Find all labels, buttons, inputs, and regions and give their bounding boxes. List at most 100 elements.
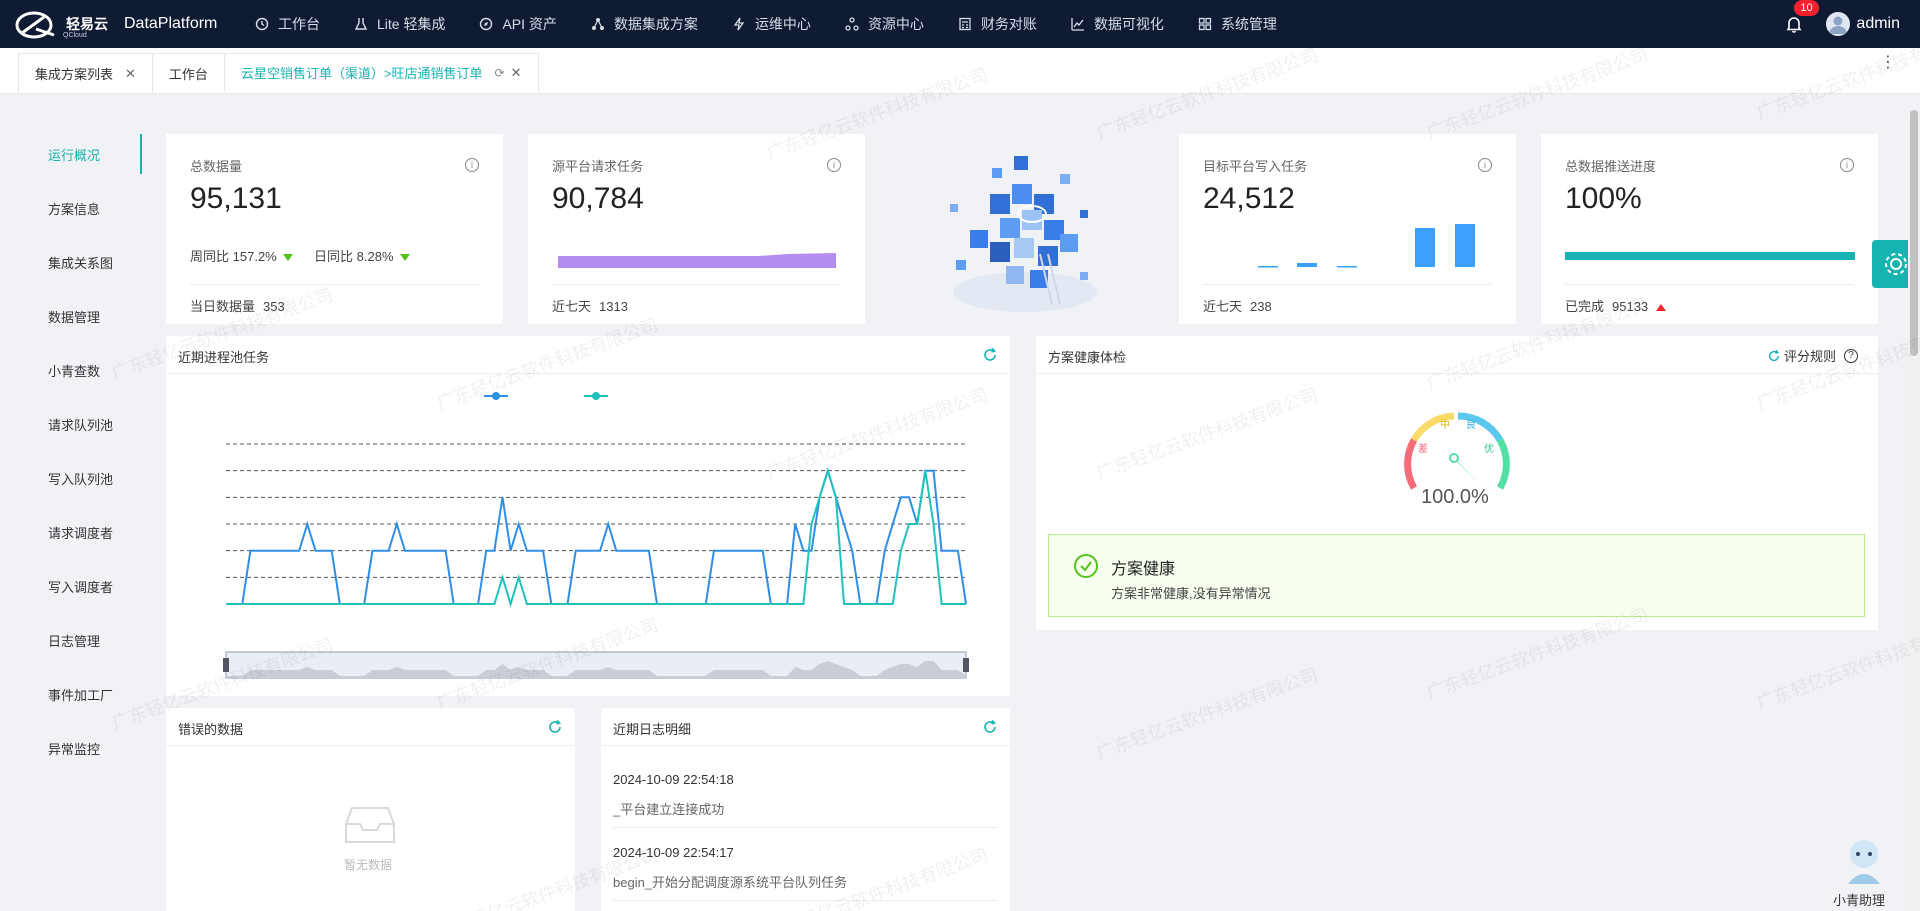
- sidebar-active-indicator: [140, 134, 142, 174]
- panel-process-pool: 近期进程池任务: [166, 336, 1010, 696]
- sidebar-item-request-queue[interactable]: 请求队列池: [48, 415, 113, 434]
- stat-title: 总数据量: [190, 159, 243, 174]
- sidebar-item-write-queue[interactable]: 写入队列池: [48, 469, 113, 488]
- nav-item-workbench[interactable]: 工作台: [238, 0, 337, 48]
- compare-value: 8.28%: [356, 249, 394, 264]
- nav-item-system[interactable]: 系统管理: [1181, 0, 1294, 48]
- scoring-rules-link[interactable]: 评分规则 ?: [1767, 346, 1858, 365]
- health-status-title: 方案健康: [1111, 561, 1176, 578]
- sparkline-area: [558, 253, 836, 268]
- username[interactable]: admin: [1856, 15, 1900, 33]
- nav-item-label: Lite 轻集成: [377, 16, 446, 32]
- nav-item-label: 财务对账: [980, 16, 1037, 32]
- week-compare: 周同比 157.2%: [190, 246, 293, 265]
- refresh-icon[interactable]: [547, 719, 563, 735]
- nav-item-lite[interactable]: Lite 轻集成: [337, 0, 462, 48]
- down-arrow-icon: [399, 254, 410, 262]
- stat-card-target-writes: 目标平台写入任务 i 24,512 近七天 238: [1179, 134, 1516, 324]
- gauge-label-mid: 中: [1440, 418, 1450, 431]
- panel-error-data: 错误的数据 暂无数据: [166, 708, 575, 911]
- top-navbar: 轻易云 QCloud DataPlatform 工作台 Lite 轻集成 API…: [0, 0, 1920, 48]
- panel-header: 方案健康体检 评分规则 ?: [1036, 336, 1878, 374]
- footer-value: 238: [1250, 299, 1272, 314]
- stat-card-push-progress: 总数据推送进度 i 100% 已完成 95133: [1541, 134, 1878, 324]
- health-status-box: 方案健康 方案非常健康,没有异常情况: [1048, 534, 1865, 617]
- sidebar-item-relation-graph[interactable]: 集成关系图: [48, 253, 113, 272]
- info-icon[interactable]: i: [465, 158, 479, 172]
- progress-fill: [1565, 252, 1855, 260]
- assistant-avatar-icon: [1848, 840, 1880, 884]
- compass-icon: [480, 17, 493, 31]
- zoom-handle-left: [223, 658, 229, 672]
- sidebar-item-query[interactable]: 小青查数: [48, 361, 100, 380]
- assistant-widget[interactable]: 小青助理: [1828, 834, 1900, 911]
- info-icon[interactable]: i: [827, 158, 841, 172]
- log-entry[interactable]: 2024-10-09 22:54:17 begin_开始分配调度源系统平台队列任…: [613, 845, 997, 901]
- nav-item-integration[interactable]: 数据集成方案: [574, 0, 715, 48]
- tab-workbench[interactable]: 工作台: [151, 53, 225, 93]
- refresh-icon[interactable]: [982, 719, 998, 735]
- nav-item-label: 数据可视化: [1093, 16, 1164, 32]
- notification-button[interactable]: 10: [1784, 0, 1819, 34]
- tab-current-solution[interactable]: 云星空销售订单（渠道）>旺店通销售订单 ⟳ ✕: [223, 53, 539, 93]
- tab-label: 集成方案列表: [35, 67, 114, 82]
- compare-label: 日同比: [314, 249, 354, 264]
- scoring-rules-label: 评分规则: [1783, 349, 1836, 364]
- nav-item-label: 数据集成方案: [613, 16, 698, 32]
- chart-icon: [1071, 18, 1084, 31]
- info-icon[interactable]: i: [1478, 158, 1492, 172]
- up-arrow-icon: [1656, 304, 1667, 312]
- gauge-label-good: 良: [1466, 418, 1476, 431]
- calculator-icon: [959, 17, 971, 31]
- logo-subtext: QCloud: [63, 32, 87, 39]
- nav-item-ops[interactable]: 运维中心: [715, 0, 828, 48]
- tab-solution-list[interactable]: 集成方案列表 ✕: [18, 53, 153, 93]
- stat-title: 源平台请求任务: [552, 159, 644, 174]
- sidebar-item-event-factory[interactable]: 事件加工厂: [48, 685, 113, 704]
- log-entry[interactable]: 2024-10-09 22:54:18 _平台建立连接成功: [613, 772, 997, 828]
- logo[interactable]: 轻易云 QCloud DataPlatform: [14, 9, 218, 39]
- more-icon[interactable]: ⋮: [1880, 55, 1896, 71]
- panel-header: 近期进程池任务: [166, 336, 1010, 374]
- zoom-handle-right: [963, 658, 969, 672]
- close-icon[interactable]: ✕: [511, 65, 522, 81]
- help-icon[interactable]: ?: [1844, 348, 1858, 363]
- sidebar-item-exception-monitor[interactable]: 异常监控: [48, 739, 100, 758]
- stat-footer: 近七天 1313: [552, 296, 628, 315]
- sidebar-item-write-scheduler[interactable]: 写入调度者: [48, 577, 113, 596]
- refresh-icon[interactable]: [982, 347, 998, 363]
- sidebar-item-overview[interactable]: 运行概况: [48, 145, 100, 164]
- product-name: DataPlatform: [124, 15, 218, 32]
- progress-bar: [1565, 252, 1855, 260]
- log-message: begin_开始分配调度源系统平台队列任务: [613, 875, 848, 890]
- log-message: _平台建立连接成功: [613, 802, 725, 817]
- logo-mark: [14, 9, 64, 39]
- reload-icon[interactable]: ⟳: [495, 66, 505, 80]
- day-compare: 日同比 8.28%: [314, 246, 410, 265]
- nav-item-api-assets[interactable]: API 资产: [462, 0, 573, 48]
- page-tab-bar: 集成方案列表 ✕ 工作台 云星空销售订单（渠道）>旺店通销售订单 ⟳ ✕ ⋮: [0, 48, 1920, 94]
- sidebar-item-data-management[interactable]: 数据管理: [48, 307, 100, 326]
- nav-item-finance[interactable]: 财务对账: [941, 0, 1054, 48]
- gauge-label-excellent: 优: [1484, 442, 1494, 455]
- sidebar-item-solution-info[interactable]: 方案信息: [48, 199, 100, 218]
- stat-value: 95,131: [190, 182, 282, 215]
- network-icon: [591, 18, 604, 30]
- page-scrollbar[interactable]: [1908, 110, 1920, 911]
- empty-text: 暂无数据: [344, 858, 393, 872]
- stat-value: 24,512: [1203, 182, 1295, 215]
- stat-title: 目标平台写入任务: [1203, 159, 1308, 174]
- check-circle-icon: [1074, 554, 1098, 578]
- scrollbar-thumb[interactable]: [1910, 110, 1918, 356]
- stat-footer: 当日数据量 353: [190, 296, 285, 315]
- close-icon[interactable]: ✕: [125, 66, 136, 82]
- avatar[interactable]: [1826, 12, 1851, 36]
- sidebar-item-request-scheduler[interactable]: 请求调度者: [48, 523, 113, 542]
- legend-marker: [592, 392, 600, 400]
- info-icon[interactable]: i: [1840, 158, 1854, 172]
- nav-item-resources[interactable]: 资源中心: [828, 0, 941, 48]
- notification-badge: 10: [1794, 0, 1819, 16]
- nav-item-visualization[interactable]: 数据可视化: [1054, 0, 1181, 48]
- stat-footer: 近七天 238: [1203, 296, 1272, 315]
- sidebar-item-logs[interactable]: 日志管理: [48, 631, 100, 650]
